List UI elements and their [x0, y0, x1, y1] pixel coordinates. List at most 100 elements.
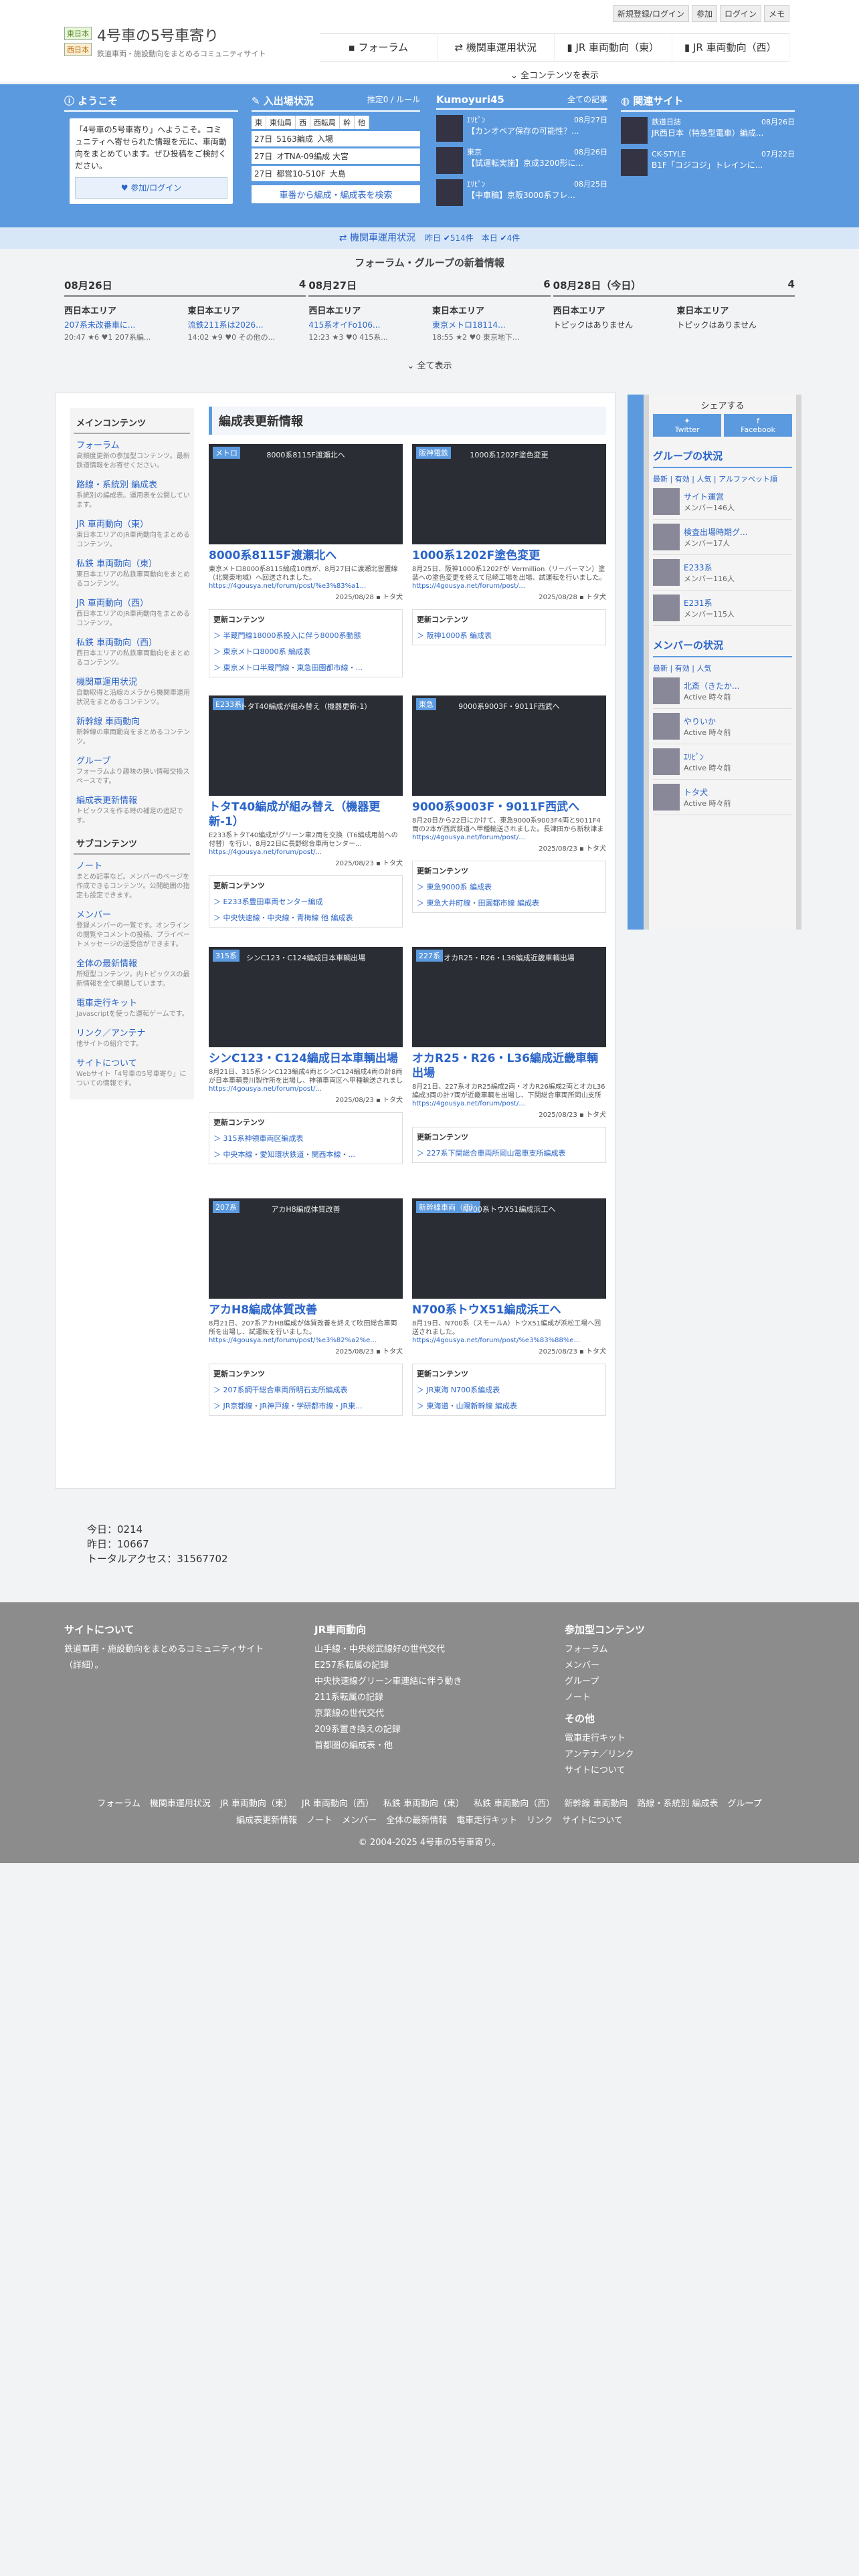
card-image[interactable]: 315系 シンC123・C124編成日本車輌出場: [209, 947, 403, 1047]
card-link[interactable]: https://4gousya.net/forum/post/%e3%83%88…: [412, 1337, 606, 1344]
update-link[interactable]: ＞ 阪神1000系 編成表: [417, 630, 601, 641]
footer-nav-link[interactable]: 機関車運用状況: [150, 1796, 211, 1809]
card-link[interactable]: https://4gousya.net/forum/post/...: [412, 1100, 606, 1107]
kumoyuri-item[interactable]: 東京 08月26日 【試運転実施】京成3200形に...: [436, 147, 607, 174]
update-link[interactable]: ＞ 315系神領車両区編成表: [213, 1133, 398, 1144]
card-image[interactable]: 東急 9000系9003F・9011F西武へ: [412, 695, 606, 796]
footer-nav-link[interactable]: JR 車両動向（西）: [302, 1796, 374, 1809]
tab-west[interactable]: 西: [296, 116, 310, 129]
update-link[interactable]: ＞ 227系下関総合車両所岡山電車支所編成表: [417, 1148, 601, 1158]
footer-nav-link[interactable]: 全体の最新情報: [386, 1813, 447, 1826]
nav-locomotive[interactable]: ⇄ 機関車運用状況: [438, 34, 555, 61]
footer-nav-link[interactable]: 私鉄 車両動向（西）: [474, 1796, 555, 1809]
sidebar-item[interactable]: リンク／アンテナ 他サイトの紹介です。: [76, 1026, 190, 1049]
update-link[interactable]: ＞ 東海道・山陽新幹線 編成表: [417, 1400, 601, 1411]
card-author[interactable]: トタ犬: [383, 1097, 403, 1104]
sidebar-item[interactable]: サイトについて Webサイト「4号車の5号車寄り」についての情報です。: [76, 1056, 190, 1089]
tab-west-other[interactable]: 西転局: [310, 116, 340, 129]
update-link[interactable]: ＞ 東急大井町線・田園都市線 編成表: [417, 897, 601, 908]
kumoyuri-all-link[interactable]: 全ての記事: [567, 94, 607, 106]
arrival-row[interactable]: 27日 都営10-510F 大島: [252, 166, 420, 181]
footer-nav-link[interactable]: リンク: [527, 1813, 553, 1826]
sidebar-item-title[interactable]: フォーラム: [76, 438, 190, 451]
card-title[interactable]: 1000系1202F塗色変更: [412, 548, 606, 563]
sidebar-item[interactable]: 新幹線 車両動向 新幹線の車両動向をまとめるコンテンツ。: [76, 714, 190, 747]
join-login-button[interactable]: ♥ 参加/ログイン: [75, 177, 227, 199]
member-item[interactable]: トタ犬 Active 時々前: [653, 780, 792, 815]
card-image[interactable]: 新幹線車両（西） N700系トウX51編成浜工へ: [412, 1198, 606, 1299]
item-name[interactable]: 北斎（きたか...: [684, 680, 739, 691]
nav-jr-west[interactable]: ▮ JR 車両動向（西）: [672, 34, 789, 61]
sidebar-item-title[interactable]: グループ: [76, 754, 190, 766]
sidebar-item-title[interactable]: ノート: [76, 859, 190, 871]
footer-link[interactable]: アンテナ／リンク: [565, 1747, 772, 1763]
sidebar-item[interactable]: JR 車両動向（東） 東日本エリアのJR車両動向をまとめるコンテンツ。: [76, 517, 190, 550]
footer-link[interactable]: 211系転属の記録: [314, 1690, 522, 1706]
arrival-row[interactable]: 27日 オTNA-09編成 大宮: [252, 148, 420, 164]
forum-topic-link[interactable]: 207系未改番車に...: [64, 319, 183, 330]
card-title[interactable]: 9000系9003F・9011F西武へ: [412, 800, 606, 815]
sidebar-item-title[interactable]: 電車走行キット: [76, 996, 190, 1008]
footer-nav-link[interactable]: 編成表更新情報: [236, 1813, 297, 1826]
item-name[interactable]: やりいか: [684, 716, 731, 727]
update-link[interactable]: ＞ 東京メトロ半蔵門線・東急田園都市線・...: [213, 662, 398, 673]
sidebar-item[interactable]: メンバー 登録メンバーの一覧です。オンラインの閲覧やコメントの投稿、プライベートメ…: [76, 907, 190, 950]
sidebar-item[interactable]: 路線・系統別 編成表 系統別の編成表。運用表を公開しています。: [76, 477, 190, 510]
footer-nav-link[interactable]: 新幹線 車両動向: [564, 1796, 628, 1809]
update-link[interactable]: ＞ 207系網干総合車両所明石支所編成表: [213, 1384, 398, 1395]
sidebar-item[interactable]: 機関車運用状況 自動取得と沿線カメラから機関車運用状況をまとめるコンテンツ。: [76, 675, 190, 708]
card-author[interactable]: トタ犬: [383, 594, 403, 601]
item-name[interactable]: ｴﾘﾋﾟﾝ: [684, 751, 731, 762]
sidebar-item-title[interactable]: JR 車両動向（東）: [76, 517, 190, 530]
memo-link[interactable]: メモ: [763, 5, 789, 22]
update-link[interactable]: ＞ JR京都線・JR神戸線・学研都市線・JR東...: [213, 1400, 398, 1411]
update-link[interactable]: ＞ 東京メトロ8000系 編成表: [213, 646, 398, 657]
card-title[interactable]: N700系トウX51編成浜工へ: [412, 1303, 606, 1317]
sidebar-item-title[interactable]: JR 車両動向（西）: [76, 596, 190, 609]
card-image[interactable]: E233系 トタT40編成が組み替え（機器更新-1）: [209, 695, 403, 796]
kumoyuri-item[interactable]: ｴﾘﾋﾟﾝ 08月25日 【中車稿】京阪3000系フレ...: [436, 179, 607, 206]
sidebar-item[interactable]: 全体の最新情報 所短型コンテンツ。内トピックスの最新情報を全て網羅しています。: [76, 956, 190, 989]
item-name[interactable]: E231系: [684, 597, 735, 609]
card-title[interactable]: オカR25・R26・L36編成近畿車輌出場: [412, 1051, 606, 1081]
footer-nav-link[interactable]: サイトについて: [562, 1813, 623, 1826]
card-link[interactable]: https://4gousya.net/forum/post/...: [412, 582, 606, 590]
card-title[interactable]: シンC123・C124編成日本車輌出場: [209, 1051, 403, 1066]
card-author[interactable]: トタ犬: [586, 1111, 606, 1119]
footer-nav-link[interactable]: 路線・系統別 編成表: [637, 1796, 718, 1809]
related-item[interactable]: 鉄道日誌 08月26日 JR西日本（特急型電車）編成...: [621, 117, 795, 144]
sidebar-item-title[interactable]: 私鉄 車両動向（東）: [76, 556, 190, 569]
footer-nav-link[interactable]: 電車走行キット: [456, 1813, 517, 1826]
footer-link[interactable]: 首都圏の編成表・他: [314, 1738, 522, 1754]
item-name[interactable]: トタ犬: [684, 786, 731, 798]
footer-link[interactable]: 電車走行キット: [565, 1731, 772, 1747]
card-title[interactable]: 8000系8115F渡瀬北へ: [209, 548, 403, 563]
footer-link[interactable]: フォーラム: [565, 1642, 772, 1658]
forum-topic-link[interactable]: 東京メトロ18114...: [432, 319, 551, 330]
show-all-content[interactable]: ⌄ 全コンテンツを表示: [320, 68, 789, 81]
tab-other[interactable]: 他: [355, 116, 369, 129]
footer-link[interactable]: 中央快速線グリーン車連結に伴う動き: [314, 1674, 522, 1690]
sidebar-item-title[interactable]: 全体の最新情報: [76, 956, 190, 969]
sidebar-item-title[interactable]: 路線・系統別 編成表: [76, 477, 190, 490]
footer-link[interactable]: ノート: [565, 1690, 772, 1706]
sidebar-item-title[interactable]: 編成表更新情報: [76, 793, 190, 806]
forum-show-all[interactable]: ⌄ 全て表示: [0, 358, 859, 371]
update-link[interactable]: ＞ 東急9000系 編成表: [417, 881, 601, 892]
footer-link[interactable]: E257系転属の記録: [314, 1658, 522, 1674]
footer-nav-link[interactable]: フォーラム: [97, 1796, 140, 1809]
nav-forum[interactable]: ▪ フォーラム: [320, 34, 438, 61]
card-link[interactable]: https://4gousya.net/forum/post/...: [209, 1085, 403, 1093]
update-link[interactable]: ＞ JR東海 N700系編成表: [417, 1384, 601, 1395]
sidebar-item-title[interactable]: 新幹線 車両動向: [76, 714, 190, 727]
member-item[interactable]: やりいか Active 時々前: [653, 709, 792, 744]
card-image[interactable]: 207系 アカH8編成体質改善: [209, 1198, 403, 1299]
forum-topic-link[interactable]: 415系オイFo106...: [308, 319, 427, 330]
sidebar-item[interactable]: 私鉄 車両動向（西） 西日本エリアの私鉄車両動向をまとめるコンテンツ。: [76, 635, 190, 668]
footer-nav-link[interactable]: メンバー: [342, 1813, 377, 1826]
card-title[interactable]: トタT40編成が組み替え（機器更新-1）: [209, 800, 403, 829]
footer-link[interactable]: 京葉線の世代交代: [314, 1706, 522, 1722]
sidebar-item[interactable]: ノート まとめ記事など。メンバーのページを作成できるコンテンツ。公開範囲の指定も設…: [76, 859, 190, 901]
join-link[interactable]: 参加: [691, 5, 717, 22]
sidebar-item[interactable]: 電車走行キット Javascriptを使った運転ゲームです。: [76, 996, 190, 1019]
